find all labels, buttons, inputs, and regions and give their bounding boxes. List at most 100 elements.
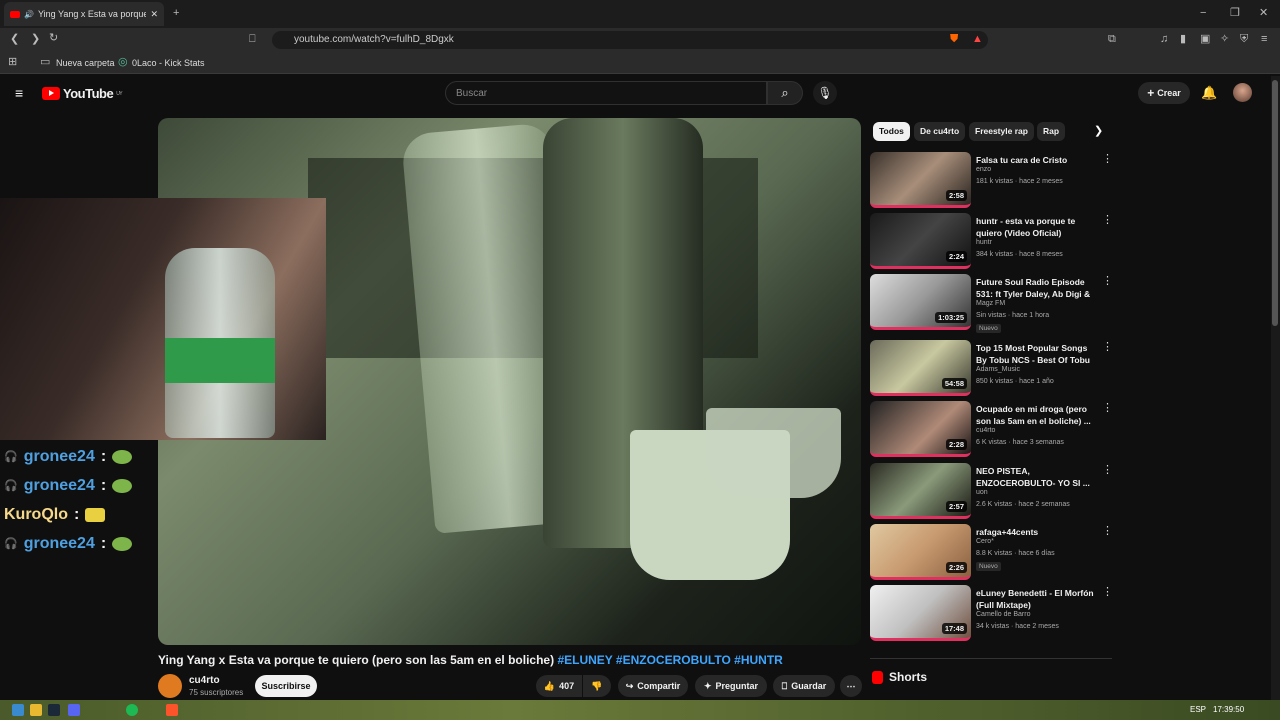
wallet-icon[interactable]: ▣ (1200, 34, 1210, 45)
recommendation-item[interactable]: 54:58 Top 15 Most Popular Songs By Tobu … (870, 340, 1113, 398)
recommendation-channel[interactable]: cu4rto (976, 427, 995, 434)
more-vert-icon[interactable]: ⋮ (1102, 274, 1113, 287)
more-vert-icon[interactable]: ⋮ (1102, 152, 1113, 165)
spotify-icon[interactable] (126, 704, 138, 716)
chip-todos[interactable]: Todos (873, 122, 910, 141)
video-thumbnail[interactable]: 2:26 (870, 524, 971, 580)
user-avatar[interactable] (1233, 83, 1252, 102)
more-vert-icon[interactable]: ⋮ (1102, 524, 1113, 537)
more-vert-icon[interactable]: ⋮ (1102, 463, 1113, 476)
youtube-logo[interactable]: YouTube UY (42, 86, 123, 101)
notifications-bell-icon[interactable]: 🔔 (1201, 86, 1217, 99)
subscribe-button[interactable]: Suscribirse (255, 675, 317, 697)
like-count: 407 (559, 681, 575, 691)
bookmark-nueva-carpeta[interactable]: Nueva carpeta (56, 58, 115, 68)
recommendation-channel[interactable]: Adams_Music (976, 366, 1020, 373)
chip-rap[interactable]: Rap (1037, 122, 1066, 141)
reload-icon[interactable]: ↻ (49, 33, 58, 44)
recommendation-title[interactable]: rafaga+44cents (976, 526, 1096, 538)
bookmark-kick-stats[interactable]: 0Laco - Kick Stats (132, 58, 205, 68)
menu-icon[interactable]: ≡ (1261, 34, 1267, 45)
input-language[interactable]: ESP (1190, 705, 1206, 714)
recommendation-item[interactable]: 2:58 Falsa tu cara de Cristo enzo 181 k … (870, 152, 1113, 210)
brave-rewards-icon[interactable]: ▲ (972, 34, 983, 45)
search-input[interactable]: Buscar (445, 81, 767, 105)
apps-grid-icon[interactable]: ⊞ (8, 57, 17, 68)
extensions-icon[interactable]: ⧉ (1108, 34, 1116, 45)
video-thumbnail[interactable]: 2:58 (870, 152, 971, 208)
back-icon[interactable]: ❮ (10, 34, 19, 45)
more-vert-icon[interactable]: ⋮ (1102, 585, 1113, 598)
more-vert-icon[interactable]: ⋮ (1102, 401, 1113, 414)
recommendation-title[interactable]: huntr - esta va porque te quiero (Video … (976, 215, 1096, 239)
recommendation-item[interactable]: 2:26 rafaga+44cents Cero* 8.8 K vistas ·… (870, 524, 1113, 582)
more-actions-button[interactable]: ⋯ (840, 675, 862, 697)
save-button[interactable]: ⎕ Guardar (773, 675, 835, 697)
share-button[interactable]: ↪ Compartir (618, 675, 688, 697)
scrollbar-thumb[interactable] (1272, 80, 1278, 326)
recommendation-channel[interactable]: huntr (976, 239, 992, 246)
file-explorer-icon[interactable] (30, 704, 42, 716)
recommendation-title[interactable]: Falsa tu cara de Cristo (976, 154, 1096, 166)
recommendation-item[interactable]: 2:28 Ocupado en mi droga (pero son las 5… (870, 401, 1113, 459)
recommendation-channel[interactable]: Magz FM (976, 300, 1005, 307)
recommendation-channel[interactable]: uon (976, 489, 988, 496)
brave-shield-icon[interactable]: ⛊ (950, 34, 958, 45)
sidebar-icon[interactable]: ▮ (1180, 34, 1186, 45)
chip-freestyle-rap[interactable]: Freestyle rap (969, 122, 1034, 141)
recommendation-item[interactable]: 2:57 NEO PISTEA, ENZOCEROBULTO- YO SI ..… (870, 463, 1113, 521)
browser-tab-active[interactable]: 🔊 Ying Yang x Esta va porque te ✕ (4, 2, 164, 26)
search-button[interactable]: ⌕ (767, 81, 803, 105)
create-button[interactable]: + Crear (1138, 82, 1190, 104)
music-icon[interactable]: ♫ (1160, 34, 1168, 45)
restore-icon[interactable]: ❐ (1230, 8, 1240, 19)
bookmark-icon[interactable]: ⎕ (249, 34, 256, 45)
minimize-icon[interactable]: − (1200, 8, 1206, 19)
recommendation-item[interactable]: 1:03:25 Future Soul Radio Episode 531: f… (870, 274, 1113, 333)
clock[interactable]: 17:39:50 (1213, 705, 1244, 714)
video-thumbnail[interactable]: 2:24 (870, 213, 971, 269)
recommendation-title[interactable]: NEO PISTEA, ENZOCEROBULTO- YO SI ... (976, 465, 1096, 489)
steam-icon[interactable] (48, 704, 60, 716)
recommendation-title[interactable]: eLuney Benedetti - El Morfón (Full Mixta… (976, 587, 1096, 611)
start-icon[interactable] (12, 704, 24, 716)
recommendation-item[interactable]: 2:24 huntr - esta va porque te quiero (V… (870, 213, 1113, 271)
close-tab-icon[interactable]: ✕ (150, 9, 158, 20)
video-thumbnail[interactable]: 2:28 (870, 401, 971, 457)
recommendation-channel[interactable]: enzo (976, 166, 991, 173)
chips-next-icon[interactable]: ❯ (1094, 126, 1103, 137)
region-code: UY (116, 90, 123, 97)
video-hashtags[interactable]: #ELUNEY #ENZOCEROBULTO #HUNTR (557, 653, 782, 667)
forward-icon[interactable]: ❯ (31, 34, 40, 45)
ask-button[interactable]: ✦ Preguntar (695, 675, 767, 697)
chat-separator: : (74, 505, 80, 523)
channel-avatar[interactable] (158, 674, 182, 698)
more-vert-icon[interactable]: ⋮ (1102, 213, 1113, 226)
video-thumbnail[interactable]: 2:57 (870, 463, 971, 519)
recommendation-channel[interactable]: Camello de Barro (976, 611, 1030, 618)
leo-icon[interactable]: ✧ (1220, 34, 1229, 45)
url-field[interactable]: youtube.com/watch?v=fulhD_8Dgxk (272, 31, 988, 49)
recommendation-title[interactable]: Ocupado en mi droga (pero son las 5am en… (976, 403, 1096, 427)
ask-label: Preguntar (715, 681, 759, 691)
video-thumbnail[interactable]: 54:58 (870, 340, 971, 396)
new-tab-icon[interactable]: + (173, 8, 179, 19)
video-thumbnail[interactable]: 17:48 (870, 585, 971, 641)
more-vert-icon[interactable]: ⋮ (1102, 340, 1113, 353)
voice-search-button[interactable]: 🎙 (813, 81, 837, 105)
vpn-icon[interactable]: ⛨ (1240, 34, 1248, 45)
channel-name[interactable]: cu4rto (189, 675, 220, 686)
brave-icon[interactable] (166, 704, 178, 716)
dislike-button[interactable]: 👎 (583, 675, 611, 697)
recommendation-title[interactable]: Future Soul Radio Episode 531: ft Tyler … (976, 276, 1096, 300)
discord-icon[interactable] (68, 704, 80, 716)
recommendation-channel[interactable]: Cero* (976, 538, 994, 545)
close-window-icon[interactable]: ✕ (1259, 8, 1268, 19)
recommendation-meta: Sin vistas · hace 1 hora (976, 312, 1050, 319)
recommendation-title[interactable]: Top 15 Most Popular Songs By Tobu NCS - … (976, 342, 1096, 366)
hamburger-menu-icon[interactable]: ≡ (15, 86, 23, 100)
chip-de-cu4rto[interactable]: De cu4rto (914, 122, 966, 141)
recommendation-item[interactable]: 17:48 eLuney Benedetti - El Morfón (Full… (870, 585, 1113, 643)
video-thumbnail[interactable]: 1:03:25 (870, 274, 971, 330)
like-button[interactable]: 👍 407 (536, 675, 582, 697)
